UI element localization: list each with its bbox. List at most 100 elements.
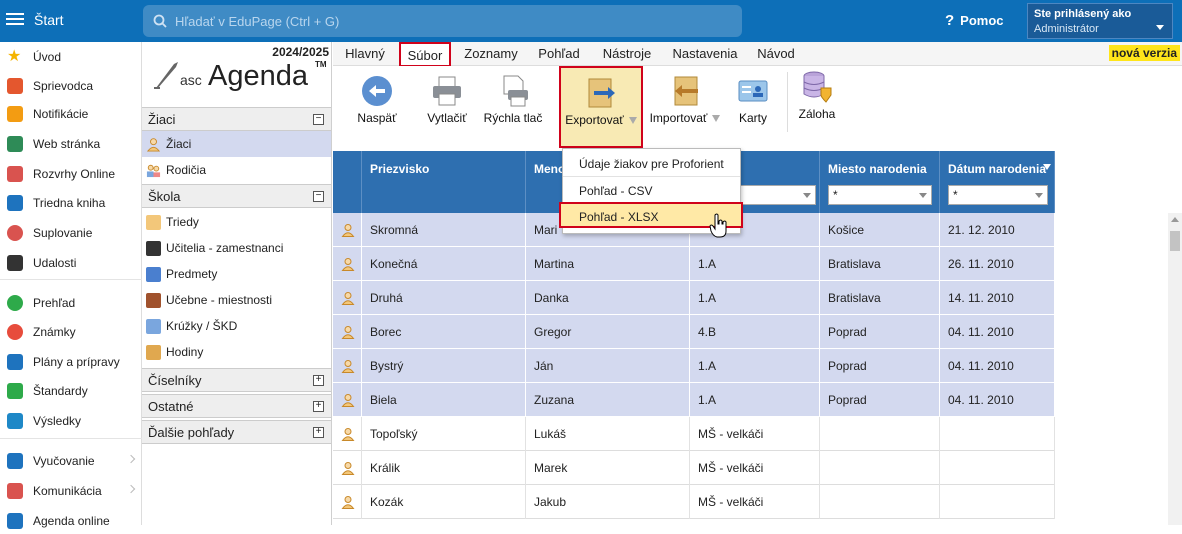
tab-nastavenia[interactable]: Nastavenia bbox=[667, 42, 743, 66]
collapse-toggle[interactable]: − bbox=[313, 114, 324, 125]
id-card-icon bbox=[738, 80, 768, 102]
quick-print-button[interactable]: Rýchla tlač bbox=[479, 66, 547, 150]
section-skola[interactable]: Škola − bbox=[142, 184, 331, 208]
table-cell: MŠ - velkáči bbox=[690, 417, 820, 451]
cards-button[interactable]: Karty bbox=[729, 66, 777, 150]
filter-select[interactable]: * bbox=[948, 185, 1048, 205]
sidebar-item-udalosti[interactable]: Udalosti bbox=[0, 250, 142, 276]
column-header-priezvisko[interactable]: Priezvisko bbox=[362, 151, 526, 213]
sidebar-item-notifikácie[interactable]: Notifikácie bbox=[0, 101, 142, 127]
table-row[interactable]: Topoľský Lukáš MŠ - velkáči bbox=[333, 417, 1055, 451]
column-header-miesto-narodenia[interactable]: Miesto narodenia * bbox=[820, 151, 940, 213]
panel-item-rodicia[interactable]: Rodičia bbox=[142, 157, 331, 183]
panel-item-label: Predmety bbox=[166, 267, 218, 281]
section-dalsie-pohlady[interactable]: Ďalšie pohľady + bbox=[142, 420, 331, 444]
sidebar-item-rozvrhy-online[interactable]: Rozvrhy Online bbox=[0, 161, 142, 187]
sidebar-item-vyučovanie[interactable]: Vyučovanie bbox=[0, 448, 142, 474]
row-icon-cell bbox=[333, 485, 362, 519]
tab-navod[interactable]: Návod bbox=[751, 42, 801, 66]
class-icon bbox=[146, 214, 161, 230]
hamburger-menu-icon[interactable] bbox=[6, 10, 26, 30]
panel-item-label: Krúžky / ŠKD bbox=[166, 319, 238, 333]
sidebar-item-triedna-kniha[interactable]: Triedna kniha bbox=[0, 190, 142, 216]
student-icon bbox=[146, 137, 161, 152]
new-version-badge[interactable]: nová verzia bbox=[1108, 45, 1180, 61]
sidebar-item-štandardy[interactable]: Štandardy bbox=[0, 378, 142, 404]
menu-item-proforient[interactable]: Údaje žiakov pre Proforient bbox=[563, 151, 740, 177]
sort-desc-icon[interactable] bbox=[1043, 164, 1051, 170]
panel-item-predmety[interactable]: Predmety bbox=[142, 261, 331, 287]
section-ostatne[interactable]: Ostatné + bbox=[142, 394, 331, 418]
sidebar-item-výsledky[interactable]: Výsledky bbox=[0, 408, 142, 434]
section-label: Žiaci bbox=[148, 111, 176, 127]
scroll-thumb[interactable] bbox=[1170, 231, 1180, 251]
start-label[interactable]: Štart bbox=[34, 12, 64, 28]
section-ziaci[interactable]: Žiaci − bbox=[142, 107, 331, 131]
panel-item-učebne-miestnosti[interactable]: Učebne - miestnosti bbox=[142, 287, 331, 313]
export-button[interactable]: Exportovať bbox=[559, 66, 643, 148]
filter-select[interactable]: * bbox=[828, 185, 932, 205]
back-button[interactable]: Naspäť bbox=[349, 66, 405, 150]
panel-item-učitelia-zamestnanci[interactable]: Učitelia - zamestnanci bbox=[142, 235, 331, 261]
help-button[interactable]: ? Pomoc bbox=[945, 12, 1004, 29]
panel-item-triedy[interactable]: Triedy bbox=[142, 209, 331, 235]
parents-icon bbox=[146, 164, 161, 177]
tab-zoznamy[interactable]: Zoznamy bbox=[459, 42, 523, 66]
tab-nastroje[interactable]: Nástroje bbox=[595, 42, 659, 66]
table-row[interactable]: Konečná Martina 1.A Bratislava 26. 11. 2010 bbox=[333, 247, 1055, 281]
panel-item-ziaci[interactable]: Žiaci bbox=[142, 131, 331, 157]
table-cell: Marek bbox=[526, 451, 690, 485]
table-cell: Bratislava bbox=[820, 247, 940, 281]
panel-item-krúžky-škd[interactable]: Krúžky / ŠKD bbox=[142, 313, 331, 339]
sidebar-item-web-stránka[interactable]: Web stránka bbox=[0, 131, 142, 157]
book-icon bbox=[7, 195, 23, 211]
expand-toggle[interactable]: + bbox=[313, 375, 324, 386]
sidebar-item-známky[interactable]: Známky bbox=[0, 319, 142, 345]
table-row[interactable]: Bystrý Ján 1.A Poprad 04. 11. 2010 bbox=[333, 349, 1055, 383]
vertical-scrollbar[interactable] bbox=[1168, 213, 1182, 525]
user-menu[interactable]: Ste prihlásený ako Administrátor bbox=[1027, 3, 1173, 39]
menu-item-csv[interactable]: Pohľad - CSV bbox=[563, 178, 740, 204]
table-row[interactable]: Biela Zuzana 1.A Poprad 04. 11. 2010 bbox=[333, 383, 1055, 417]
table-row[interactable]: Borec Gregor 4.B Poprad 04. 11. 2010 bbox=[333, 315, 1055, 349]
student-icon bbox=[341, 428, 355, 441]
table-row[interactable]: Druhá Danka 1.A Bratislava 14. 11. 2010 bbox=[333, 281, 1055, 315]
student-icon bbox=[341, 394, 355, 407]
tab-subor[interactable]: Súbor bbox=[399, 42, 451, 67]
sidebar-item-úvod[interactable]: ★ Úvod bbox=[0, 44, 142, 70]
chat-icon bbox=[7, 483, 23, 499]
panel-item-hodiny[interactable]: Hodiny bbox=[142, 339, 331, 365]
backup-button[interactable]: Záloha bbox=[791, 66, 843, 150]
column-header-datum-narodenia[interactable]: Dátum narodenia * bbox=[940, 151, 1055, 213]
home-icon bbox=[7, 136, 23, 152]
search-box[interactable] bbox=[143, 5, 742, 37]
section-label: Ostatné bbox=[148, 398, 194, 414]
row-icon-cell bbox=[333, 281, 362, 315]
sidebar-item-agenda-online[interactable]: Agenda online bbox=[0, 508, 142, 534]
panel-item-label: Žiaci bbox=[166, 137, 192, 151]
table-cell: Kozák bbox=[362, 485, 526, 519]
sidebar-item-komunikácia[interactable]: Komunikácia bbox=[0, 478, 142, 504]
section-ciselniky[interactable]: Číselníky + bbox=[142, 368, 331, 392]
student-icon bbox=[341, 496, 355, 509]
collapse-toggle[interactable]: − bbox=[313, 191, 324, 202]
shield-check-icon bbox=[7, 383, 23, 399]
scroll-up-icon[interactable] bbox=[1171, 217, 1179, 222]
table-row[interactable]: Králik Marek MŠ - velkáči bbox=[333, 451, 1055, 485]
search-input[interactable] bbox=[175, 5, 735, 37]
import-button[interactable]: Importovať bbox=[647, 66, 723, 150]
column-title: Miesto narodenia bbox=[828, 162, 927, 176]
sidebar-item-suplovanie[interactable]: Suplovanie bbox=[0, 220, 142, 246]
tab-pohlad[interactable]: Pohľad bbox=[531, 42, 587, 66]
sidebar-item-prehľad[interactable]: Prehľad bbox=[0, 290, 142, 316]
quick-print-icon bbox=[503, 75, 528, 107]
table-row[interactable]: Kozák Jakub MŠ - velkáči bbox=[333, 485, 1055, 519]
sidebar-item-sprievodca[interactable]: Sprievodca bbox=[0, 73, 142, 99]
sidebar-item-plány-a-prípravy[interactable]: Plány a prípravy bbox=[0, 349, 142, 375]
print-button[interactable]: Vytlačiť bbox=[421, 66, 473, 150]
top-bar: Štart ? Pomoc Ste prihlásený ako Administ… bbox=[0, 0, 1182, 42]
tab-hlavny[interactable]: Hlavný bbox=[339, 42, 391, 66]
table-cell bbox=[940, 417, 1055, 451]
expand-toggle[interactable]: + bbox=[313, 427, 324, 438]
expand-toggle[interactable]: + bbox=[313, 401, 324, 412]
